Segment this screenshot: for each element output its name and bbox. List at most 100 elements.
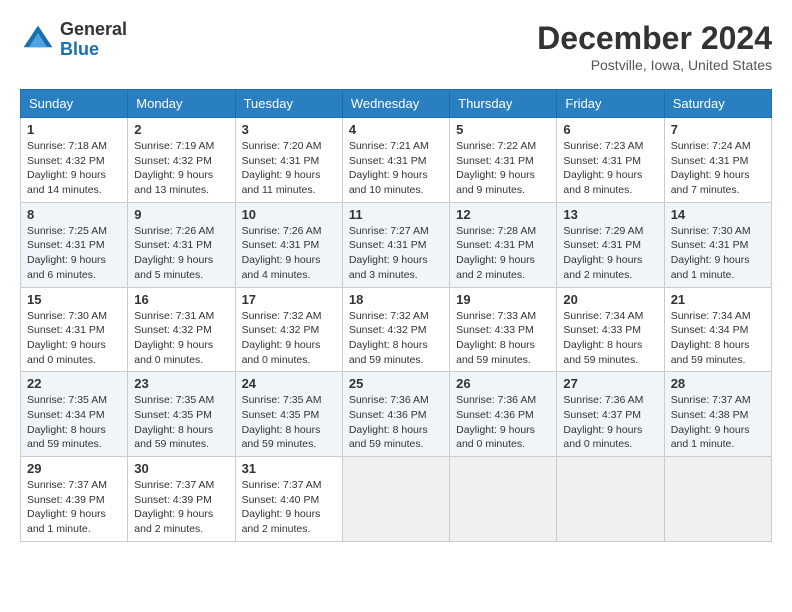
calendar-cell: 3 Sunrise: 7:20 AM Sunset: 4:31 PM Dayli… [235,118,342,203]
calendar-header-row: SundayMondayTuesdayWednesdayThursdayFrid… [21,90,772,118]
calendar-cell: 15 Sunrise: 7:30 AM Sunset: 4:31 PM Dayl… [21,287,128,372]
day-number: 6 [563,122,657,137]
day-info: Sunrise: 7:25 AM Sunset: 4:31 PM Dayligh… [27,224,121,283]
calendar-cell [557,457,664,542]
day-number: 4 [349,122,443,137]
day-number: 17 [242,292,336,307]
calendar-week-row: 1 Sunrise: 7:18 AM Sunset: 4:32 PM Dayli… [21,118,772,203]
weekday-header: Thursday [450,90,557,118]
location: Postville, Iowa, United States [537,57,772,73]
calendar-cell: 18 Sunrise: 7:32 AM Sunset: 4:32 PM Dayl… [342,287,449,372]
day-info: Sunrise: 7:33 AM Sunset: 4:33 PM Dayligh… [456,309,550,368]
calendar-cell [450,457,557,542]
calendar-table: SundayMondayTuesdayWednesdayThursdayFrid… [20,89,772,542]
day-number: 25 [349,376,443,391]
day-number: 7 [671,122,765,137]
day-info: Sunrise: 7:36 AM Sunset: 4:36 PM Dayligh… [349,393,443,452]
weekday-header: Monday [128,90,235,118]
day-number: 15 [27,292,121,307]
calendar-cell: 28 Sunrise: 7:37 AM Sunset: 4:38 PM Dayl… [664,372,771,457]
calendar-cell: 14 Sunrise: 7:30 AM Sunset: 4:31 PM Dayl… [664,202,771,287]
day-number: 31 [242,461,336,476]
calendar-cell [342,457,449,542]
weekday-header: Sunday [21,90,128,118]
logo-icon [20,22,56,58]
weekday-header: Saturday [664,90,771,118]
calendar-week-row: 8 Sunrise: 7:25 AM Sunset: 4:31 PM Dayli… [21,202,772,287]
day-info: Sunrise: 7:37 AM Sunset: 4:40 PM Dayligh… [242,478,336,537]
calendar-cell: 11 Sunrise: 7:27 AM Sunset: 4:31 PM Dayl… [342,202,449,287]
day-info: Sunrise: 7:30 AM Sunset: 4:31 PM Dayligh… [27,309,121,368]
day-info: Sunrise: 7:35 AM Sunset: 4:35 PM Dayligh… [134,393,228,452]
day-info: Sunrise: 7:36 AM Sunset: 4:36 PM Dayligh… [456,393,550,452]
day-number: 20 [563,292,657,307]
day-info: Sunrise: 7:32 AM Sunset: 4:32 PM Dayligh… [349,309,443,368]
weekday-header: Wednesday [342,90,449,118]
day-number: 22 [27,376,121,391]
day-info: Sunrise: 7:34 AM Sunset: 4:34 PM Dayligh… [671,309,765,368]
calendar-cell: 17 Sunrise: 7:32 AM Sunset: 4:32 PM Dayl… [235,287,342,372]
day-info: Sunrise: 7:27 AM Sunset: 4:31 PM Dayligh… [349,224,443,283]
day-info: Sunrise: 7:36 AM Sunset: 4:37 PM Dayligh… [563,393,657,452]
day-number: 14 [671,207,765,222]
calendar-cell: 19 Sunrise: 7:33 AM Sunset: 4:33 PM Dayl… [450,287,557,372]
calendar-cell: 25 Sunrise: 7:36 AM Sunset: 4:36 PM Dayl… [342,372,449,457]
day-number: 26 [456,376,550,391]
calendar-cell: 24 Sunrise: 7:35 AM Sunset: 4:35 PM Dayl… [235,372,342,457]
day-number: 13 [563,207,657,222]
day-info: Sunrise: 7:24 AM Sunset: 4:31 PM Dayligh… [671,139,765,198]
calendar-cell: 4 Sunrise: 7:21 AM Sunset: 4:31 PM Dayli… [342,118,449,203]
calendar-cell: 9 Sunrise: 7:26 AM Sunset: 4:31 PM Dayli… [128,202,235,287]
calendar-cell: 31 Sunrise: 7:37 AM Sunset: 4:40 PM Dayl… [235,457,342,542]
logo-blue: Blue [60,40,127,60]
calendar-cell: 20 Sunrise: 7:34 AM Sunset: 4:33 PM Dayl… [557,287,664,372]
day-info: Sunrise: 7:34 AM Sunset: 4:33 PM Dayligh… [563,309,657,368]
calendar-week-row: 15 Sunrise: 7:30 AM Sunset: 4:31 PM Dayl… [21,287,772,372]
day-number: 3 [242,122,336,137]
day-info: Sunrise: 7:35 AM Sunset: 4:34 PM Dayligh… [27,393,121,452]
calendar-week-row: 22 Sunrise: 7:35 AM Sunset: 4:34 PM Dayl… [21,372,772,457]
weekday-header: Friday [557,90,664,118]
logo-text: General Blue [60,20,127,60]
day-number: 30 [134,461,228,476]
day-number: 1 [27,122,121,137]
calendar-cell: 22 Sunrise: 7:35 AM Sunset: 4:34 PM Dayl… [21,372,128,457]
day-info: Sunrise: 7:30 AM Sunset: 4:31 PM Dayligh… [671,224,765,283]
day-info: Sunrise: 7:28 AM Sunset: 4:31 PM Dayligh… [456,224,550,283]
calendar-cell: 8 Sunrise: 7:25 AM Sunset: 4:31 PM Dayli… [21,202,128,287]
logo: General Blue [20,20,127,60]
logo-general: General [60,20,127,40]
calendar-cell: 27 Sunrise: 7:36 AM Sunset: 4:37 PM Dayl… [557,372,664,457]
day-info: Sunrise: 7:20 AM Sunset: 4:31 PM Dayligh… [242,139,336,198]
calendar-cell: 6 Sunrise: 7:23 AM Sunset: 4:31 PM Dayli… [557,118,664,203]
day-info: Sunrise: 7:37 AM Sunset: 4:39 PM Dayligh… [134,478,228,537]
calendar-cell [664,457,771,542]
calendar-cell: 21 Sunrise: 7:34 AM Sunset: 4:34 PM Dayl… [664,287,771,372]
day-info: Sunrise: 7:26 AM Sunset: 4:31 PM Dayligh… [134,224,228,283]
calendar-cell: 30 Sunrise: 7:37 AM Sunset: 4:39 PM Dayl… [128,457,235,542]
day-info: Sunrise: 7:32 AM Sunset: 4:32 PM Dayligh… [242,309,336,368]
weekday-header: Tuesday [235,90,342,118]
calendar-cell: 16 Sunrise: 7:31 AM Sunset: 4:32 PM Dayl… [128,287,235,372]
calendar-cell: 12 Sunrise: 7:28 AM Sunset: 4:31 PM Dayl… [450,202,557,287]
calendar-cell: 5 Sunrise: 7:22 AM Sunset: 4:31 PM Dayli… [450,118,557,203]
calendar-cell: 29 Sunrise: 7:37 AM Sunset: 4:39 PM Dayl… [21,457,128,542]
calendar-cell: 2 Sunrise: 7:19 AM Sunset: 4:32 PM Dayli… [128,118,235,203]
title-block: December 2024 Postville, Iowa, United St… [537,20,772,73]
day-number: 24 [242,376,336,391]
day-info: Sunrise: 7:18 AM Sunset: 4:32 PM Dayligh… [27,139,121,198]
day-info: Sunrise: 7:31 AM Sunset: 4:32 PM Dayligh… [134,309,228,368]
page-header: General Blue December 2024 Postville, Io… [20,20,772,73]
calendar-cell: 13 Sunrise: 7:29 AM Sunset: 4:31 PM Dayl… [557,202,664,287]
calendar-cell: 26 Sunrise: 7:36 AM Sunset: 4:36 PM Dayl… [450,372,557,457]
day-info: Sunrise: 7:21 AM Sunset: 4:31 PM Dayligh… [349,139,443,198]
day-number: 27 [563,376,657,391]
day-info: Sunrise: 7:37 AM Sunset: 4:39 PM Dayligh… [27,478,121,537]
day-number: 19 [456,292,550,307]
calendar-cell: 23 Sunrise: 7:35 AM Sunset: 4:35 PM Dayl… [128,372,235,457]
day-number: 23 [134,376,228,391]
day-number: 9 [134,207,228,222]
calendar-cell: 10 Sunrise: 7:26 AM Sunset: 4:31 PM Dayl… [235,202,342,287]
day-info: Sunrise: 7:29 AM Sunset: 4:31 PM Dayligh… [563,224,657,283]
day-info: Sunrise: 7:19 AM Sunset: 4:32 PM Dayligh… [134,139,228,198]
